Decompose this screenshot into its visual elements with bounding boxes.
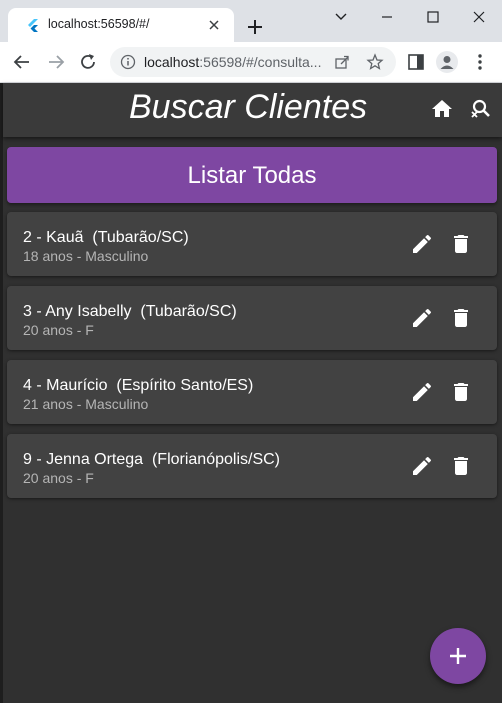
back-arrow-icon[interactable] [12,52,32,72]
browser-toolbar: localhost:56598/#/consulta... [0,42,502,83]
profile-avatar-icon[interactable] [436,51,458,73]
client-title: 2 - Kauã (Tubarão/SC) [23,229,189,246]
client-title: 9 - Jenna Ortega (Florianópolis/SC) [23,451,280,468]
side-panel-icon[interactable] [406,52,426,72]
new-tab-icon[interactable] [246,18,264,36]
search-off-icon[interactable] [469,97,493,121]
chevron-down-icon[interactable] [332,8,350,26]
flutter-favicon-icon [26,18,40,32]
share-icon[interactable] [334,54,350,70]
edit-icon[interactable] [410,454,434,478]
list-all-button[interactable]: Listar Todas [7,147,497,203]
browser-tab-strip: localhost:56598/#/ [0,0,502,42]
edit-icon[interactable] [410,380,434,404]
forward-arrow-icon[interactable] [46,52,66,72]
client-subtitle: 20 anos - F [23,470,94,486]
delete-icon[interactable] [449,306,473,330]
client-card[interactable]: 2 - Kauã (Tubarão/SC) 18 anos - Masculin… [7,212,497,276]
client-subtitle: 20 anos - F [23,322,94,338]
delete-icon[interactable] [449,454,473,478]
tab-title: localhost:56598/#/ [48,17,150,31]
page-title: Buscar Clientes [129,88,368,126]
delete-icon[interactable] [449,232,473,256]
client-subtitle: 21 anos - Masculino [23,396,149,412]
client-card[interactable]: 3 - Any Isabelly (Tubarão/SC) 20 anos - … [7,286,497,350]
url-text: localhost:56598/#/consulta... [144,54,322,70]
window-close-icon[interactable] [470,8,488,26]
close-tab-icon[interactable] [207,18,221,32]
edit-icon[interactable] [410,232,434,256]
add-icon [450,648,466,664]
minimize-icon[interactable] [378,8,396,26]
client-subtitle: 18 anos - Masculino [23,248,149,264]
client-title: 3 - Any Isabelly (Tubarão/SC) [23,303,237,320]
client-card[interactable]: 9 - Jenna Ortega (Florianópolis/SC) 20 a… [7,434,497,498]
client-card[interactable]: 4 - Maurício (Espírito Santo/ES) 21 anos… [7,360,497,424]
browser-tab[interactable]: localhost:56598/#/ [8,8,234,42]
bookmark-star-icon[interactable] [366,53,384,71]
client-title: 4 - Maurício (Espírito Santo/ES) [23,377,254,394]
address-bar[interactable]: localhost:56598/#/consulta... [110,47,396,77]
app-body: Buscar Clientes Listar Todas 2 - Kauã (T… [3,83,502,703]
edit-icon[interactable] [410,306,434,330]
home-icon[interactable] [430,97,454,121]
maximize-icon[interactable] [424,8,442,26]
app-bar: Buscar Clientes [3,83,502,137]
site-info-icon[interactable] [120,54,136,70]
reload-icon[interactable] [78,52,98,72]
add-client-button[interactable] [430,628,486,684]
browser-menu-icon[interactable] [470,52,490,72]
delete-icon[interactable] [449,380,473,404]
